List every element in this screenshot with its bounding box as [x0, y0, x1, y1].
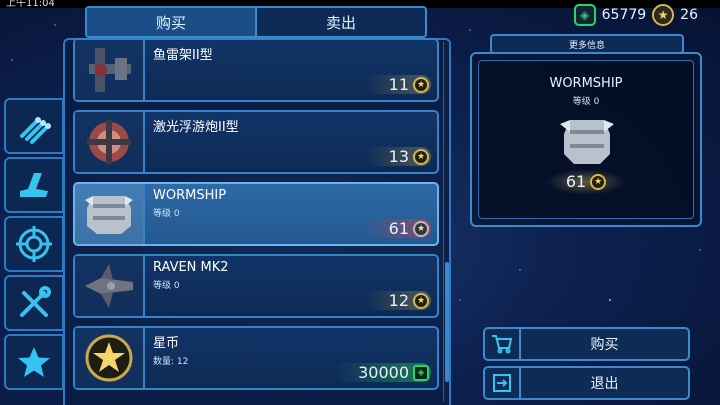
exit-icon [485, 368, 521, 398]
detail-panel: WORMSHIP 等级 0 61 ★ [470, 52, 702, 227]
category-star[interactable] [4, 334, 64, 390]
star-icon: ★ [413, 292, 429, 309]
list-item[interactable]: RAVEN MK2 等级 0 12 ★ [73, 254, 439, 318]
item-price: 12 ★ [364, 291, 431, 310]
item-name: RAVEN MK2 [153, 260, 229, 275]
list-item[interactable]: 星币 数量: 12 30000 ◈ [73, 326, 439, 390]
item-name: WORMSHIP [153, 188, 227, 203]
torpedo-icon [20, 117, 51, 144]
star-coin-icon: ★ [652, 4, 675, 26]
item-name: 星币 [153, 336, 180, 351]
star-icon: ★ [413, 220, 429, 237]
more-info-header: 更多信息 [490, 34, 684, 54]
item-thumbnail [75, 112, 145, 172]
detail-level: 等级 0 [572, 97, 600, 107]
star-coin-image [85, 334, 133, 382]
buy-label: 购买 [590, 337, 619, 353]
list-item[interactable]: 激光浮游炮II型 13 ★ [73, 110, 439, 174]
star-icon: ★ [590, 173, 607, 190]
credits-icon: ◈ [413, 364, 429, 381]
item-thumbnail [75, 184, 145, 244]
exit-label: 退出 [590, 376, 619, 392]
item-price: 61 ★ [364, 219, 431, 238]
category-ship[interactable] [4, 157, 64, 213]
tab-sell[interactable]: 卖出 [257, 8, 425, 36]
category-rail [4, 98, 64, 393]
item-price: 11 ★ [364, 75, 431, 94]
list-item[interactable]: 鱼雷架II型 11 ★ [73, 38, 439, 102]
item-price: 13 ★ [364, 147, 431, 166]
item-level: 等级 0 [153, 209, 180, 219]
star-icon: ★ [413, 76, 429, 93]
buy-button[interactable]: 购买 [483, 327, 690, 361]
ship-icon [20, 173, 48, 197]
category-tools[interactable] [4, 275, 64, 331]
category-target[interactable] [4, 216, 64, 272]
list-scroll-thumb[interactable] [445, 262, 449, 382]
target-icon [16, 226, 52, 262]
detail-price: 61 ★ [472, 168, 700, 195]
star-icon: ★ [413, 148, 429, 165]
star-icon [18, 347, 50, 377]
item-price: 30000 ◈ [334, 363, 431, 382]
cart-icon [485, 329, 521, 359]
item-thumbnail [75, 328, 145, 388]
item-level: 等级 0 [153, 281, 180, 291]
item-name: 激光浮游炮II型 [153, 120, 239, 135]
credits-value: 65779 [601, 7, 647, 23]
category-torpedo[interactable] [4, 98, 64, 154]
item-thumbnail [75, 40, 145, 100]
list-item-selected[interactable]: WORMSHIP 等级 0 61 ★ [73, 182, 439, 246]
wormship-image [85, 196, 133, 234]
status-time: 上午11:04 [6, 0, 55, 8]
detail-name: WORMSHIP [549, 76, 623, 91]
buy-sell-tabs: 购买 卖出 [85, 6, 427, 38]
tools-icon [20, 286, 51, 317]
credits-icon: ◈ [573, 4, 596, 26]
detail-ship-image [560, 120, 614, 164]
stars-value: 26 [680, 7, 698, 23]
torpedo-rack-image [89, 48, 131, 92]
tab-buy[interactable]: 购买 [87, 8, 257, 36]
currency-display: ◈ 65779 ★ 26 [573, 4, 698, 26]
item-name: 鱼雷架II型 [153, 48, 213, 63]
exit-button[interactable]: 退出 [483, 366, 690, 400]
laser-drone-image [87, 120, 131, 164]
item-thumbnail [75, 256, 145, 316]
raven-ship-image [85, 264, 133, 308]
